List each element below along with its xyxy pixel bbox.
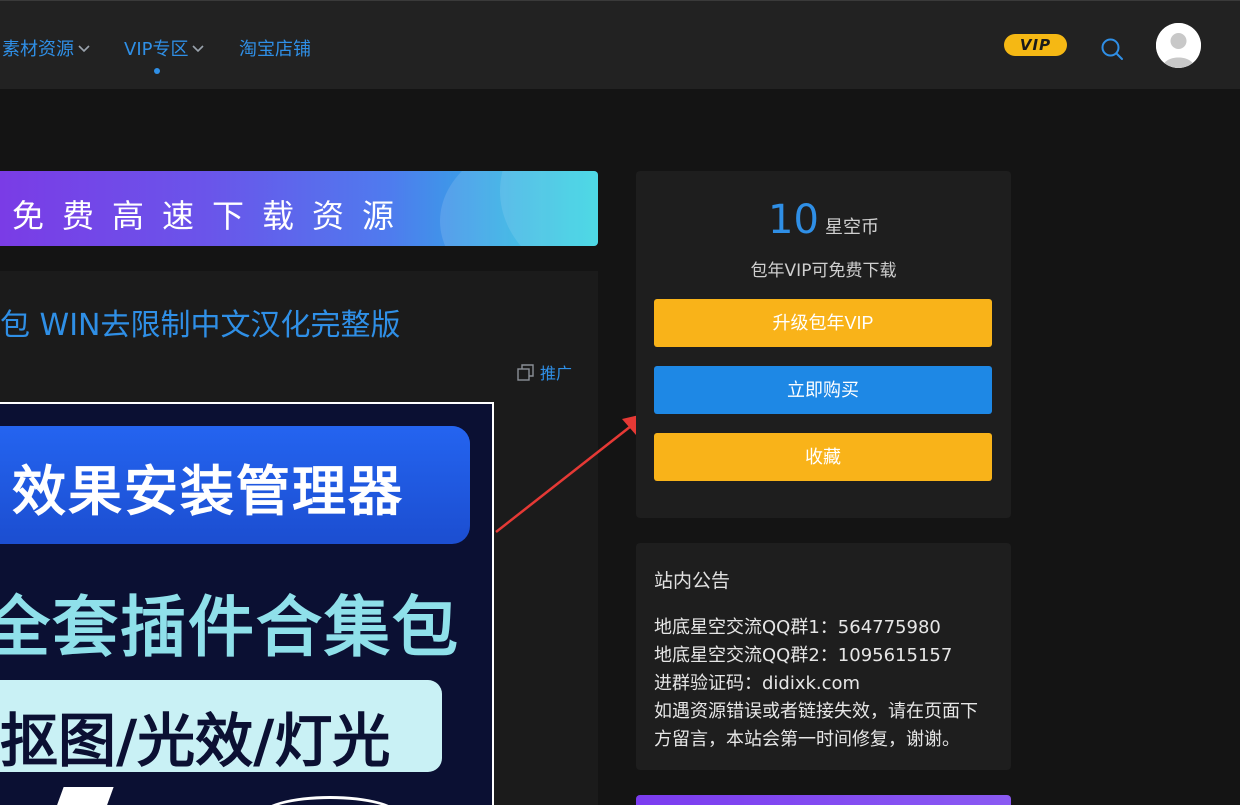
post-title: 包 WIN去限制中文汉化完整版 [0,308,401,343]
image-text-line1: 效果安装管理器 [12,460,404,523]
post-cover-image: 效果安装管理器 全套插件合集包 抠图/光效/灯光 [0,402,494,805]
nav-item-label: VIP专区 [124,39,189,60]
vip-badge[interactable]: VIP [1004,34,1067,56]
notice-title: 站内公告 [654,570,731,592]
vip-free-note: 包年VIP可免费下载 [750,261,897,281]
favorite-button[interactable]: 收藏 [654,433,992,481]
banner-text: 免费高速下载资源 [12,197,413,235]
notice-line: 如遇资源错误或者链接失效，请在页面下 [654,701,978,722]
user-avatar-icon [1156,23,1201,68]
promote-link[interactable]: 推广 [517,360,572,384]
banner-decoration [500,171,598,246]
notice-line: 地底星空交流QQ群2：1095615157 [654,645,953,666]
nav-item-materials[interactable]: 素材资源 [2,35,90,61]
notice-body: 地底星空交流QQ群1：564775980 地底星空交流QQ群2：10956151… [654,614,999,754]
image-text-line3: 抠图/光效/灯光 [0,707,391,775]
nav-item-vip-zone[interactable]: VIP专区 [124,35,205,61]
nav-item-label: 素材资源 [2,39,74,60]
nav-item-label: 淘宝店铺 [239,39,311,60]
promote-label: 推广 [540,364,573,383]
promo-banner[interactable]: 免费高速下载资源 [0,171,598,246]
chevron-down-icon [192,42,205,56]
notice-line: 地底星空交流QQ群1：564775980 [654,617,941,638]
image-decoration [56,787,114,805]
user-avatar[interactable] [1156,23,1201,68]
notice-line: 进群验证码：didixk.com [654,673,861,694]
price-unit: 星空币 [824,217,879,238]
active-nav-indicator [154,68,160,74]
upgrade-vip-button[interactable]: 升级包年VIP [654,299,992,347]
chevron-down-icon [78,42,90,56]
nav-item-taobao-shop[interactable]: 淘宝店铺 [239,35,311,61]
buy-now-button[interactable]: 立即购买 [654,366,992,414]
image-decoration [260,796,400,805]
price-display: 10 星空币 [636,197,1011,243]
search-icon[interactable] [1100,37,1124,61]
copy-icon [517,363,534,381]
image-text-line2: 全套插件合集包 [0,589,460,666]
price-amount: 10 [768,197,819,243]
top-header: 素材资源 VIP专区 淘宝店铺 VIP [0,0,1240,89]
notice-line: 方留言，本站会第一时间修复，谢谢。 [654,729,960,750]
sidebar-promo-widget[interactable] [636,795,1011,805]
